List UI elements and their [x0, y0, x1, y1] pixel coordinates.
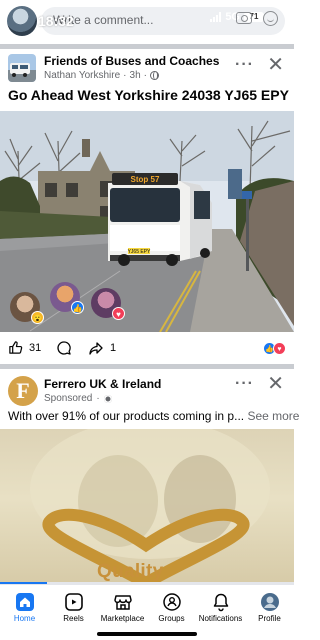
- globe-icon: [149, 71, 159, 80]
- bus-plate: YJ65 EPY: [128, 249, 151, 255]
- like-count: 31: [29, 341, 42, 354]
- author-name[interactable]: Nathan Yorkshire: [44, 70, 120, 81]
- nav-label: Notifications: [198, 614, 243, 623]
- more-options-icon[interactable]: ···: [235, 375, 254, 393]
- comment-icon: [57, 341, 71, 355]
- meta-dot: ·: [96, 393, 100, 404]
- reaction-bubble: 😮: [10, 292, 44, 324]
- user-avatar[interactable]: [7, 6, 37, 36]
- nav-label: Groups: [158, 614, 185, 623]
- sponsored-label: Sponsored: [44, 393, 93, 404]
- post-meta: Nathan Yorkshire · 3h ·: [44, 70, 159, 81]
- profile-avatar: [260, 593, 279, 611]
- reaction-summary[interactable]: 👍 ♥: [263, 342, 286, 355]
- share-icon: [89, 342, 103, 355]
- nav-label: Home: [13, 614, 36, 623]
- feed-divider: [0, 364, 294, 369]
- like-reaction-icon: 👍: [71, 301, 84, 314]
- feed-divider: [0, 44, 294, 49]
- page-name[interactable]: Friends of Buses and Coaches: [44, 54, 219, 68]
- post-time: 3h: [129, 70, 141, 81]
- emoji-icon[interactable]: [263, 11, 278, 26]
- post-actions-bar: 31 1 👍 ♥: [0, 336, 294, 362]
- page-avatar[interactable]: [8, 54, 36, 82]
- see-more-link[interactable]: See more: [247, 409, 299, 423]
- love-reaction-icon: ♥: [273, 342, 286, 355]
- ad-video[interactable]: Quality: [0, 429, 294, 583]
- bell-icon: [213, 593, 228, 612]
- groups-icon: [162, 593, 181, 611]
- camera-icon[interactable]: [236, 12, 252, 24]
- nav-label: Reels: [63, 614, 84, 623]
- reels-icon: [64, 593, 83, 611]
- home-icon: [15, 593, 34, 611]
- meta-dot: ·: [143, 70, 147, 81]
- close-icon[interactable]: ✕: [267, 371, 284, 396]
- home-indicator: [97, 632, 197, 636]
- meta-dot: ·: [123, 70, 127, 81]
- wow-reaction-icon: 😮: [31, 311, 44, 324]
- nav-reels[interactable]: Reels: [49, 585, 98, 640]
- nav-label: Profile: [258, 614, 281, 623]
- love-reaction-icon: ♥: [112, 307, 125, 320]
- share-button[interactable]: 1: [88, 340, 116, 356]
- like-button[interactable]: 31: [8, 340, 41, 355]
- gear-icon: [103, 394, 112, 403]
- nav-home[interactable]: Home: [0, 585, 49, 640]
- bus-destination-display: Stop 57: [131, 175, 160, 184]
- close-icon[interactable]: ✕: [267, 52, 284, 77]
- ad-overlay-word: Quality: [97, 561, 164, 582]
- sponsored-meta: Sponsored ·: [44, 393, 112, 404]
- signal-icon: [210, 12, 222, 22]
- post-title: Go Ahead West Yorkshire 24038 YJ65 EPY: [8, 87, 289, 103]
- post-photo[interactable]: Stop 57 YJ65 EPY 😮 👍 ♥: [0, 111, 294, 332]
- brand-logo[interactable]: F: [8, 376, 38, 406]
- share-count: 1: [110, 342, 117, 354]
- comment-composer-bar: Write a comment... 18:32 5G 71: [0, 0, 294, 44]
- ad-text: With over 91% of our products coming in …: [8, 409, 245, 423]
- nav-notifications[interactable]: Notifications: [196, 585, 245, 640]
- reaction-bubble: 👍: [50, 282, 84, 314]
- thumbs-up-icon: [9, 341, 23, 354]
- comment-button[interactable]: [56, 340, 72, 356]
- post-header: Friends of Buses and Coaches Nathan York…: [0, 50, 294, 86]
- sponsor-name[interactable]: Ferrero UK & Ireland: [44, 377, 161, 391]
- nav-label: Marketplace: [100, 614, 145, 623]
- nav-profile[interactable]: Profile: [245, 585, 294, 640]
- status-time: 18:32: [38, 13, 74, 29]
- ad-caption: With over 91% of our products coming in …: [8, 409, 299, 423]
- marketplace-icon: [113, 595, 132, 610]
- reaction-bubble: ♥: [91, 288, 125, 320]
- more-options-icon[interactable]: ···: [235, 56, 254, 74]
